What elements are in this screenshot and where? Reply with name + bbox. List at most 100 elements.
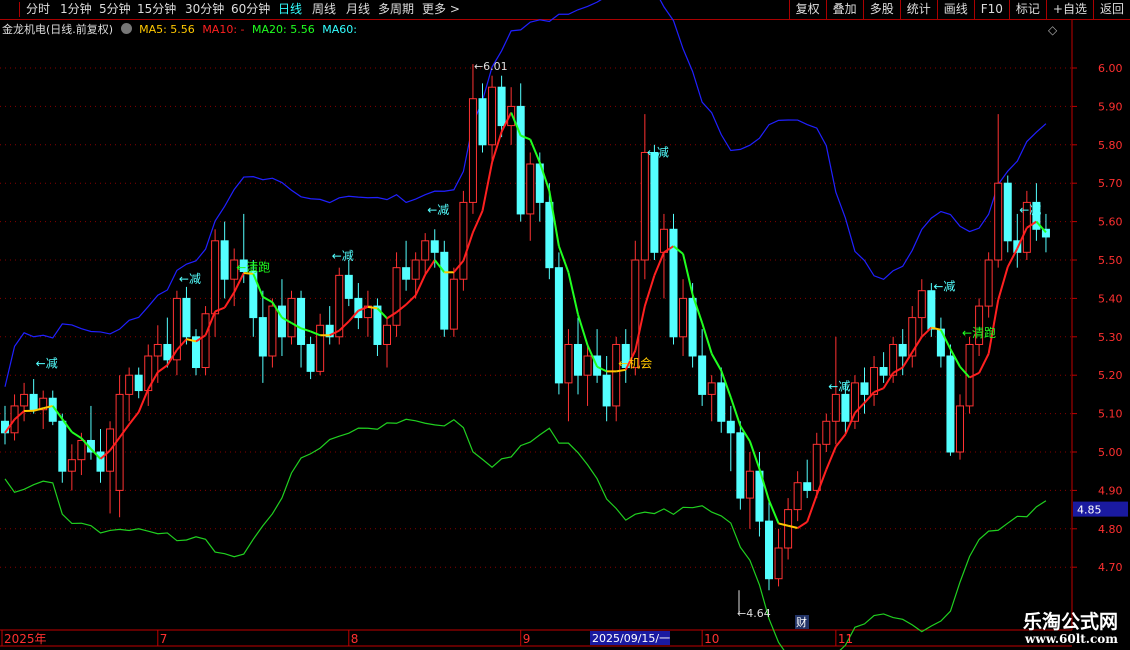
candle-body: [287, 297, 296, 338]
candle-body: [211, 240, 220, 315]
ma5-segment: [424, 259, 436, 276]
candle-body: [526, 163, 535, 215]
ma5-segment: [472, 210, 484, 233]
watermark-name: 乐淘公式网: [1022, 611, 1118, 633]
candle-body: [383, 324, 391, 345]
candle-body: [745, 470, 754, 499]
candle-body: [717, 382, 726, 422]
lower-band-line: [4, 418, 1047, 650]
candle-body: [850, 382, 859, 422]
candle-body: [554, 267, 563, 384]
candle-body: [879, 367, 888, 376]
candle-body: [688, 297, 697, 357]
candle-body: [803, 482, 812, 491]
candle-body: [497, 86, 506, 127]
ma5-segment: [710, 353, 723, 372]
candle-body: [20, 393, 29, 407]
candle-body: [488, 86, 497, 146]
signal-label: ←减: [332, 249, 354, 263]
signal-label: ←减: [179, 272, 201, 286]
ma5-segment: [567, 272, 579, 315]
date-label: 7: [160, 632, 168, 646]
candle-body: [946, 355, 955, 453]
candle-body: [449, 278, 458, 330]
candle-body: [583, 355, 592, 376]
ma5-segment: [529, 139, 541, 163]
price-tick-label: 5.70: [1098, 177, 1123, 190]
candle-body: [984, 259, 993, 307]
candle-body: [421, 240, 430, 261]
date-label: 2025年: [4, 632, 47, 646]
signal-label: ←清跑: [236, 261, 270, 275]
ma5-segment: [825, 446, 837, 471]
candle-body: [440, 251, 449, 330]
signal-label: ←机会: [618, 357, 652, 371]
high-price-label: ←6.01: [474, 60, 508, 73]
event-marker: 财: [796, 615, 807, 629]
ma5-segment: [921, 326, 933, 338]
price-tick-label: 5.60: [1098, 216, 1123, 229]
signal-label: ←减: [647, 145, 669, 159]
ma5-segment: [577, 314, 589, 346]
candle-body: [468, 98, 477, 203]
candle-body: [669, 228, 678, 338]
candle-body: [812, 443, 821, 491]
signal-label: ←减: [1019, 203, 1041, 217]
candle-body: [574, 343, 582, 376]
candle-body: [650, 151, 659, 253]
candle-body: [268, 305, 277, 357]
candle-body: [29, 393, 38, 411]
price-tick-label: 5.50: [1098, 254, 1123, 267]
date-label: 8: [351, 632, 359, 646]
ma5-segment: [806, 494, 818, 523]
candle-body: [898, 343, 907, 357]
price-tick-label: 5.20: [1098, 369, 1123, 382]
price-tick-label: 5.00: [1098, 446, 1123, 459]
candle-body: [402, 267, 411, 280]
candlestick-chart[interactable]: 6.00 5.90 5.80 5.70 5.60 5.50 5.40 5.30 5.20 5.10…: [0, 0, 1130, 650]
ma5-segment: [797, 521, 808, 529]
cursor-date-label: 2025/09/15/一: [592, 632, 670, 645]
candle-body: [77, 439, 86, 461]
candle-body: [956, 405, 964, 453]
candle-body: [344, 274, 353, 299]
candle-body: [841, 393, 850, 422]
candle-body: [163, 343, 172, 361]
signal-label: ←减: [427, 203, 449, 217]
candle-body: [793, 482, 802, 511]
candle-body: [277, 305, 286, 338]
candle-body: [545, 201, 554, 269]
ma5-segment: [653, 251, 665, 276]
price-tick-label: 4.70: [1098, 561, 1123, 574]
candle-body: [306, 343, 315, 372]
candle-body: [612, 343, 621, 407]
signal-label: ←清跑: [962, 326, 996, 340]
price-tick-label: 5.10: [1098, 408, 1123, 421]
signal-label: ←减: [933, 280, 955, 294]
candle-body: [153, 343, 162, 357]
candle-body: [765, 520, 773, 580]
candle-body: [258, 317, 267, 357]
candle-body: [917, 290, 926, 319]
candle-body: [411, 259, 420, 280]
ma5-segment: [157, 364, 168, 373]
price-tick-label: 4.90: [1098, 484, 1123, 497]
ma5-segment: [748, 440, 761, 470]
ma5-segment: [262, 295, 273, 304]
candle-body: [58, 420, 67, 472]
price-tick-label: 4.80: [1098, 523, 1123, 536]
candle-body: [96, 451, 105, 472]
low-price-label: ←4.64: [737, 607, 771, 620]
ma5-segment: [682, 253, 694, 295]
ma5-segment: [835, 433, 847, 448]
candle-body: [602, 374, 611, 407]
signal-label: ←减: [36, 357, 58, 371]
candle-body: [784, 509, 793, 549]
candle-body: [67, 459, 76, 472]
signal-label: ←减: [828, 380, 850, 394]
ma5-segment: [405, 294, 417, 306]
candle-body: [201, 313, 210, 369]
candle-body: [564, 343, 573, 384]
candle-body: [392, 267, 401, 326]
candle-body: [430, 240, 439, 253]
